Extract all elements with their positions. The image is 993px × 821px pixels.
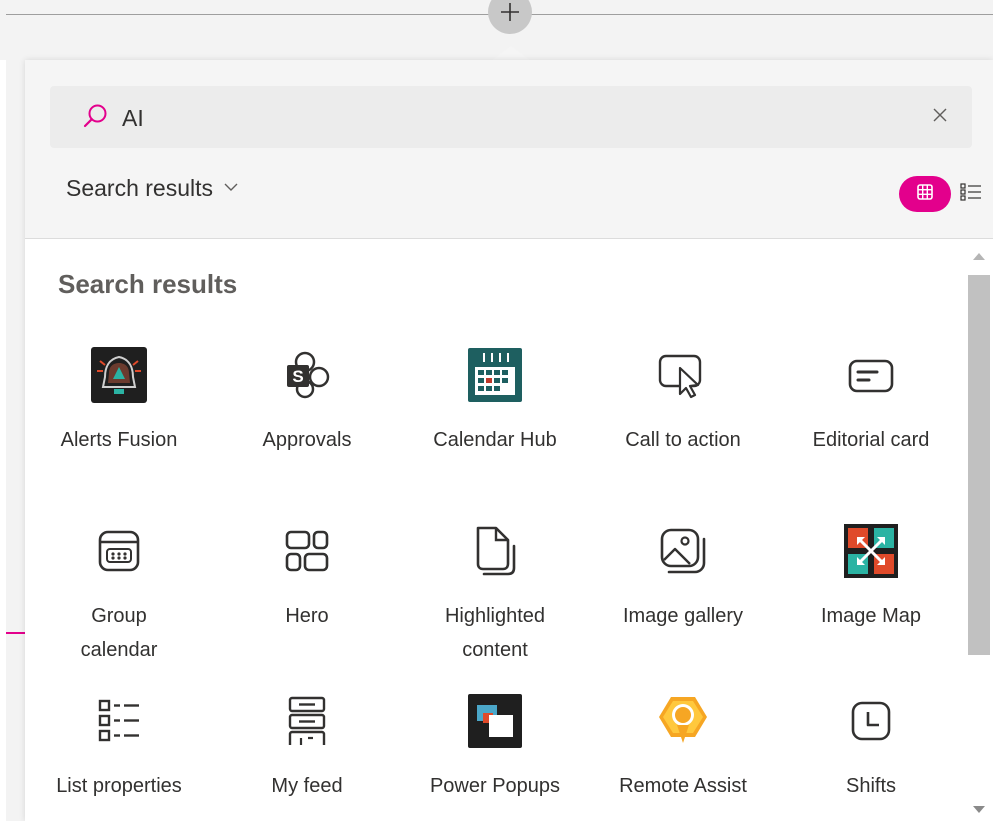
canvas-edge <box>0 0 6 821</box>
tile-editorial-card[interactable]: Editorial card <box>777 345 965 457</box>
tile-label: Shifts <box>845 775 897 797</box>
scroll-up-arrow-icon[interactable] <box>973 253 985 260</box>
tile-label: Highlighted content <box>444 605 546 661</box>
scroll-down-arrow-icon[interactable] <box>973 806 985 813</box>
tile-label: Hero <box>285 605 329 627</box>
highlighted-content-icon <box>465 521 525 581</box>
tile-approvals[interactable]: S Approvals <box>213 345 401 457</box>
hero-icon <box>277 521 337 581</box>
list-icon <box>960 182 982 207</box>
category-dropdown[interactable]: Search results <box>66 170 239 206</box>
tile-label: List properties <box>56 775 182 797</box>
tile-group-calendar[interactable]: Group calendar <box>25 521 213 667</box>
search-input[interactable] <box>120 100 904 136</box>
svg-text:S: S <box>292 367 303 386</box>
tile-label: My feed <box>271 775 343 797</box>
tile-label: Power Popups <box>429 775 561 797</box>
scroll-thumb[interactable] <box>968 275 990 655</box>
tile-label: Group calendar <box>80 605 158 661</box>
tile-hero[interactable]: Hero <box>213 521 401 633</box>
category-dropdown-label: Search results <box>66 174 214 201</box>
image-gallery-icon <box>653 521 713 581</box>
tile-shifts[interactable]: Shifts <box>777 691 965 803</box>
tile-image-gallery[interactable]: Image gallery <box>589 521 777 633</box>
results-area: Search results Alerts Fusion S Approvals… <box>25 239 965 821</box>
list-properties-icon <box>89 691 149 751</box>
my-feed-icon <box>277 691 337 751</box>
grid-view-button[interactable] <box>899 176 951 212</box>
editorial-card-icon <box>841 345 901 405</box>
page: Search results <box>0 0 993 821</box>
approvals-icon: S <box>277 345 337 405</box>
toolbox-header: Search results <box>25 60 993 239</box>
tile-call-to-action[interactable]: Call to action <box>589 345 777 457</box>
tile-my-feed[interactable]: My feed <box>213 691 401 803</box>
search-box <box>50 86 972 148</box>
tile-label: Remote Assist <box>619 775 747 797</box>
tile-power-popups[interactable]: Power Popups <box>401 691 589 803</box>
calendar-hub-icon <box>465 345 525 405</box>
tile-label: Approvals <box>262 429 352 451</box>
webpart-toolbox: Search results <box>25 60 993 821</box>
search-icon <box>83 103 109 129</box>
tile-list-properties[interactable]: List properties <box>25 691 213 803</box>
image-map-icon <box>841 521 901 581</box>
tile-label: Alerts Fusion <box>60 429 178 451</box>
tile-image-map[interactable]: Image Map <box>777 521 965 633</box>
toolbox-caret <box>491 46 531 61</box>
section-heading: Search results <box>58 269 238 299</box>
tile-alerts-fusion[interactable]: Alerts Fusion <box>25 345 213 457</box>
call-to-action-icon <box>653 345 713 405</box>
view-toggle <box>899 176 985 212</box>
tile-calendar-hub[interactable]: Calendar Hub <box>401 345 589 457</box>
close-icon <box>932 107 948 128</box>
power-popups-icon <box>465 691 525 751</box>
tile-label: Editorial card <box>812 429 930 451</box>
group-calendar-icon <box>89 521 149 581</box>
tile-highlighted-content[interactable]: Highlighted content <box>401 521 589 667</box>
tile-label: Calendar Hub <box>433 429 557 451</box>
plus-icon <box>499 1 521 23</box>
grid-icon <box>916 183 934 206</box>
tile-label: Image gallery <box>622 605 744 627</box>
chevron-down-icon <box>223 179 239 197</box>
results-scrollbar[interactable] <box>965 239 993 821</box>
clear-search-button[interactable] <box>926 103 954 131</box>
alerts-fusion-icon <box>89 345 149 405</box>
remote-assist-icon <box>653 691 713 751</box>
tile-remote-assist[interactable]: Remote Assist <box>589 691 777 803</box>
tile-label: Call to action <box>625 429 741 451</box>
shifts-icon <box>841 691 901 751</box>
tile-label: Image Map <box>820 605 922 627</box>
list-view-button[interactable] <box>957 176 985 212</box>
